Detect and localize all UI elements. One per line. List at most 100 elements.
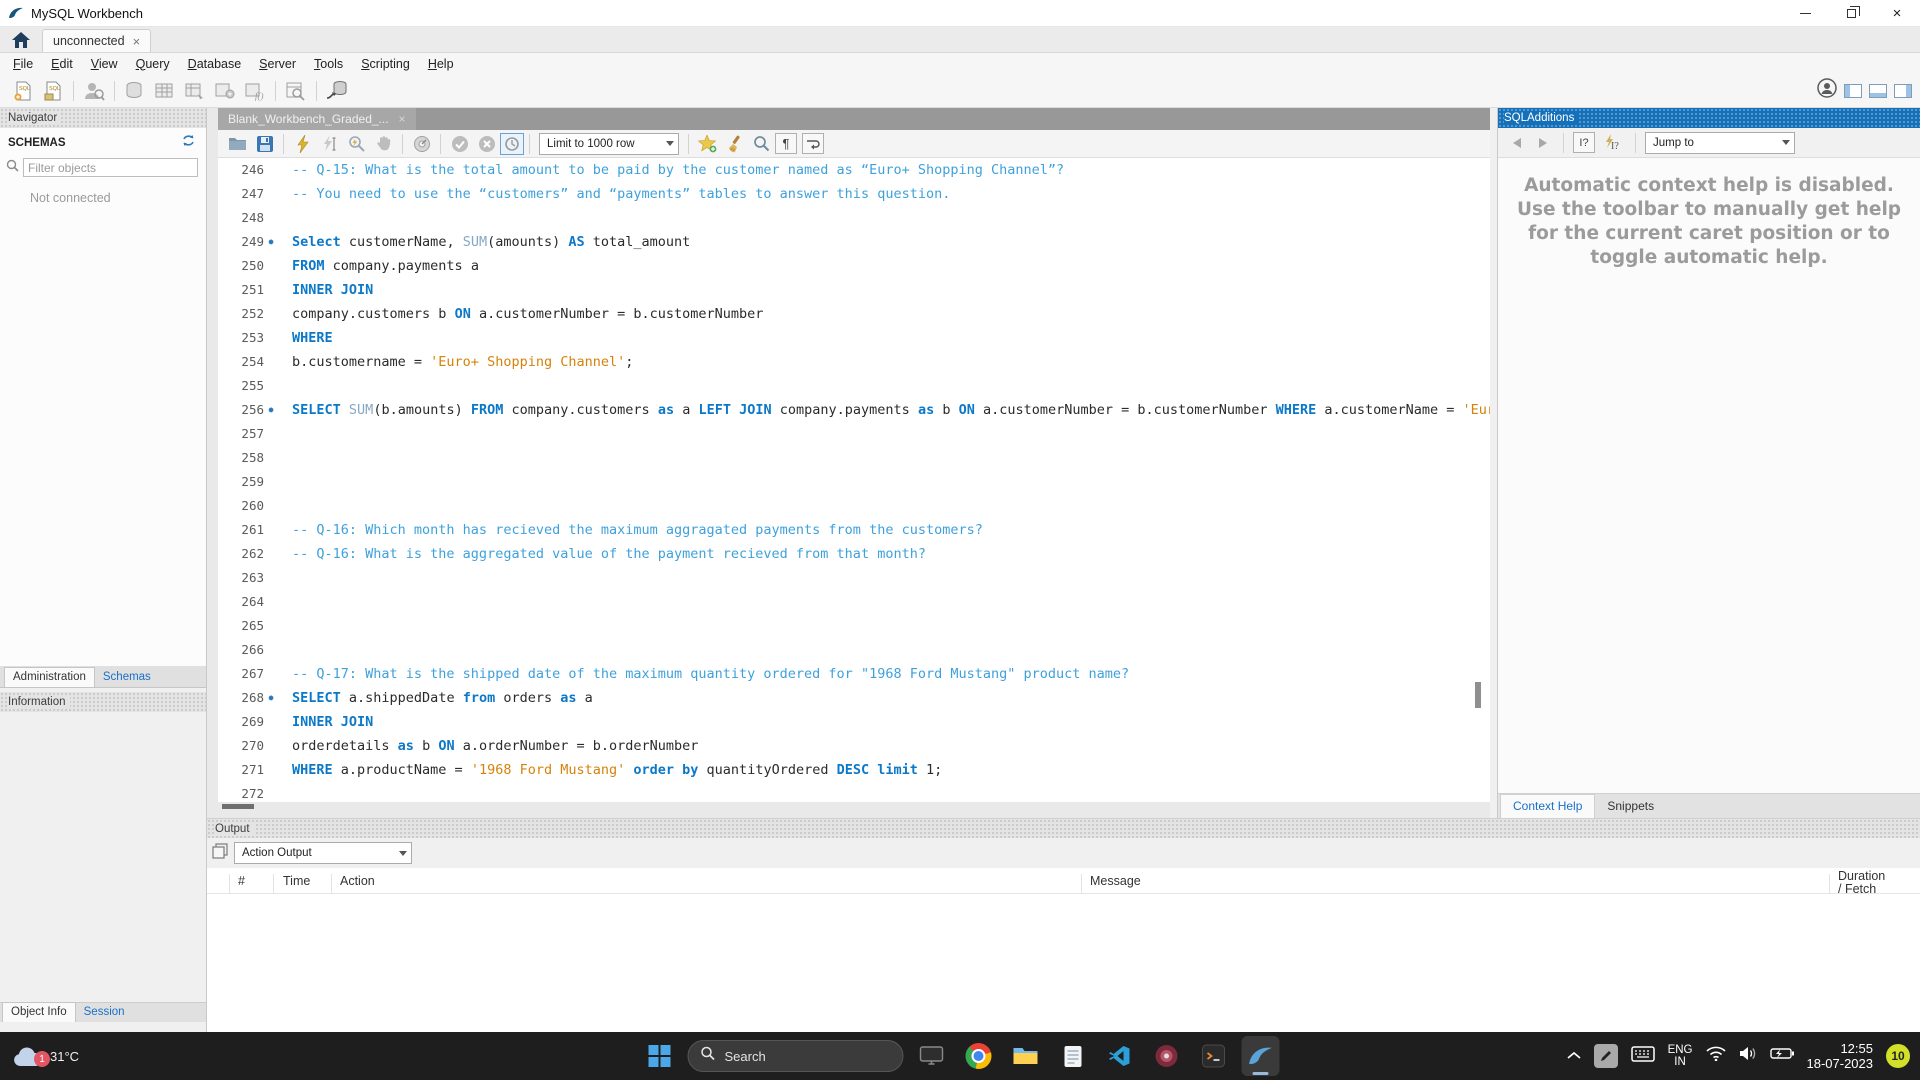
toggle-right-panel-icon[interactable] xyxy=(1894,84,1912,98)
window-title: MySQL Workbench xyxy=(31,6,143,21)
mysql-workbench-taskbar-icon[interactable] xyxy=(1242,1036,1280,1076)
notepad-icon[interactable] xyxy=(1054,1036,1092,1076)
close-button[interactable]: × xyxy=(1874,0,1920,27)
statement-marker-empty xyxy=(264,494,278,518)
notification-count-badge[interactable]: 10 xyxy=(1886,1044,1910,1068)
find-icon[interactable] xyxy=(748,132,775,156)
time-label: 12:55 xyxy=(1807,1041,1874,1056)
chevron-down-icon xyxy=(399,851,407,856)
line-number: 271 xyxy=(218,758,264,782)
horizontal-scrollbar[interactable] xyxy=(222,804,254,809)
output-table-body[interactable] xyxy=(207,894,1920,1052)
account-icon[interactable] xyxy=(1817,78,1837,103)
code-text xyxy=(278,494,292,518)
stop-on-error-toggle-icon[interactable] xyxy=(408,132,435,156)
sidebar-footer-tabs: Object Info Session xyxy=(0,1002,206,1022)
tab-unconnected[interactable]: unconnected × xyxy=(42,29,151,52)
tab-snippets[interactable]: Snippets xyxy=(1595,795,1666,818)
autocommit-toggle-icon[interactable] xyxy=(500,133,524,155)
create-procedure-icon xyxy=(210,77,240,105)
statement-marker-icon: ● xyxy=(264,686,278,710)
code-line-257: 257 xyxy=(218,422,1490,446)
code-line-251: 251INNER JOIN xyxy=(218,278,1490,302)
toggle-left-panel-icon[interactable] xyxy=(1844,84,1862,98)
open-sql-script-icon[interactable]: SQL xyxy=(38,77,68,105)
tab-schemas[interactable]: Schemas xyxy=(95,668,159,687)
filter-objects-input[interactable] xyxy=(23,158,198,177)
jump-to-value: Jump to xyxy=(1653,137,1694,149)
touch-keyboard-icon[interactable] xyxy=(1631,1046,1655,1067)
statement-marker-empty xyxy=(264,302,278,326)
menu-query[interactable]: Query xyxy=(127,55,179,73)
new-sql-tab-icon[interactable]: SQL xyxy=(8,77,38,105)
execute-icon[interactable] xyxy=(289,132,316,156)
stop-icon xyxy=(370,132,397,156)
monitor-icon[interactable] xyxy=(913,1036,951,1076)
menu-edit[interactable]: Edit xyxy=(42,55,82,73)
jump-to-dropdown[interactable]: Jump to xyxy=(1645,132,1795,154)
statement-marker-empty xyxy=(264,758,278,782)
chrome-icon[interactable] xyxy=(960,1036,998,1076)
execute-current-icon[interactable] xyxy=(316,132,343,156)
save-icon[interactable] xyxy=(251,132,278,156)
editor-tab[interactable]: Blank_Workbench_Graded_... × xyxy=(218,108,416,130)
tab-context-help[interactable]: Context Help xyxy=(1500,794,1595,818)
restore-button[interactable] xyxy=(1828,0,1874,27)
information-header: Information xyxy=(0,692,206,712)
minimize-button[interactable] xyxy=(1782,0,1828,27)
menu-scripting[interactable]: Scripting xyxy=(352,55,419,73)
explain-icon[interactable] xyxy=(343,132,370,156)
tab-session[interactable]: Session xyxy=(76,1003,133,1022)
menu-view[interactable]: View xyxy=(82,55,127,73)
refresh-schemas-icon[interactable] xyxy=(181,134,196,152)
pen-icon[interactable] xyxy=(1594,1044,1618,1068)
battery-icon[interactable] xyxy=(1770,1047,1794,1065)
manual-context-help-icon[interactable]: I? xyxy=(1573,132,1595,153)
line-number: 262 xyxy=(218,542,264,566)
statement-marker-empty xyxy=(264,182,278,206)
tab-administration[interactable]: Administration xyxy=(4,667,95,687)
output-type-dropdown[interactable]: Action Output xyxy=(234,842,412,864)
chevron-down-icon xyxy=(666,141,674,146)
toggle-bottom-panel-icon[interactable] xyxy=(1869,84,1887,98)
vscode-icon[interactable] xyxy=(1101,1036,1139,1076)
clock[interactable]: 12:55 18-07-2023 xyxy=(1807,1041,1874,1071)
home-tab[interactable] xyxy=(0,27,42,52)
vertical-scrollbar[interactable] xyxy=(1475,682,1481,708)
toggle-automatic-help-icon[interactable]: I? xyxy=(1599,131,1626,155)
open-file-icon[interactable] xyxy=(224,132,251,156)
menu-help[interactable]: Help xyxy=(419,55,463,73)
beautify-icon[interactable] xyxy=(721,132,748,156)
connect-database-icon[interactable] xyxy=(322,77,352,105)
start-button[interactable] xyxy=(641,1036,679,1076)
file-explorer-icon[interactable] xyxy=(1007,1036,1045,1076)
menu-server[interactable]: Server xyxy=(250,55,305,73)
limit-rows-dropdown[interactable]: Limit to 1000 row xyxy=(539,133,679,155)
col-time: Time xyxy=(283,874,310,888)
terminal-icon[interactable] xyxy=(1195,1036,1233,1076)
app-circle-icon[interactable] xyxy=(1148,1036,1186,1076)
tab-object-info[interactable]: Object Info xyxy=(2,1002,76,1022)
weather-widget[interactable]: 1 31°C xyxy=(12,1032,79,1080)
show-invisibles-toggle-icon[interactable]: ¶ xyxy=(775,133,797,154)
menu-database[interactable]: Database xyxy=(179,55,251,73)
line-number: 255 xyxy=(218,374,264,398)
line-number: 265 xyxy=(218,614,264,638)
search-icon xyxy=(6,159,19,177)
editor-tab-close-icon[interactable]: × xyxy=(399,112,406,126)
volume-icon[interactable] xyxy=(1739,1046,1757,1066)
statement-marker-empty xyxy=(264,446,278,470)
line-number: 260 xyxy=(218,494,264,518)
tray-chevron-up-icon[interactable] xyxy=(1567,1047,1581,1065)
tab-close-icon[interactable]: × xyxy=(133,34,141,49)
save-snippet-icon[interactable] xyxy=(694,132,721,156)
language-indicator[interactable]: ENG IN xyxy=(1668,1044,1693,1068)
sql-code-area[interactable]: 246-- Q-15: What is the total amount to … xyxy=(218,158,1490,802)
menu-tools[interactable]: Tools xyxy=(305,55,352,73)
main-toolbar: SQL SQL f() xyxy=(0,74,1920,108)
wifi-icon[interactable] xyxy=(1706,1046,1726,1066)
menu-file[interactable]: File xyxy=(4,55,42,73)
code-line-258: 258 xyxy=(218,446,1490,470)
wrap-text-toggle-icon[interactable] xyxy=(802,133,824,154)
taskbar-search[interactable]: Search xyxy=(688,1040,904,1072)
